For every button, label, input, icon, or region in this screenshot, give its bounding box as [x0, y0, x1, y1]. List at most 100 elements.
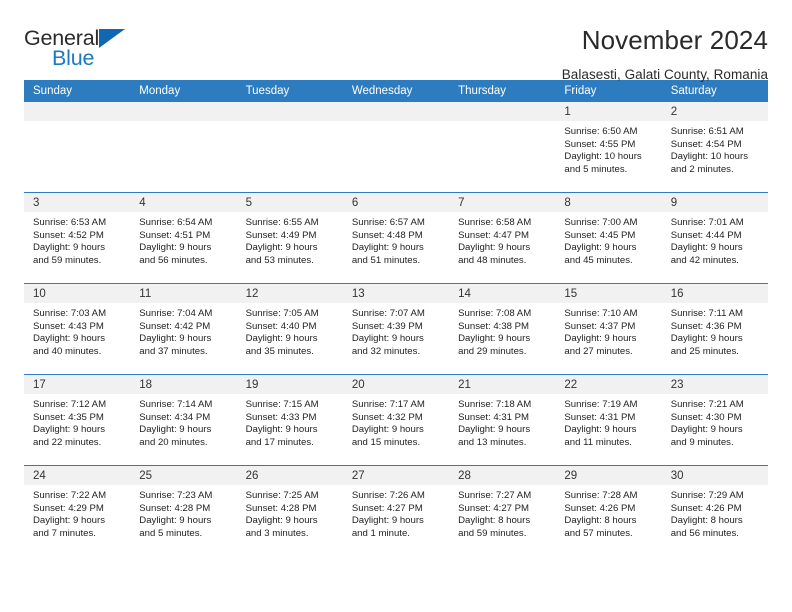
sunset-text: Sunset: 4:29 PM [33, 502, 104, 514]
sunrise-text: Sunrise: 6:50 AM [564, 126, 638, 137]
daylight-text-line2: and 42 minutes. [670, 254, 739, 266]
calendar-day-cell[interactable]: 22 Sunrise: 7:19 AM Sunset: 4:31 PM Dayligh… [555, 374, 662, 466]
calendar-body: 1 Sunrise: 6:50 AM Sunset: 4:55 PM Daylight… [24, 102, 768, 556]
sunrise-text: Sunrise: 7:14 AM [139, 399, 213, 410]
day-number [24, 102, 131, 121]
day-details: Sunrise: 6:53 AM Sunset: 4:52 PM Daylight:… [24, 212, 130, 267]
daylight-text-line2: and 48 minutes. [458, 254, 527, 266]
calendar-day-cell[interactable]: 20 Sunrise: 7:17 AM Sunset: 4:32 PM Dayligh… [342, 374, 450, 466]
sunset-text: Sunset: 4:28 PM [245, 502, 317, 514]
day-details: Sunrise: 7:23 AM Sunset: 4:28 PM Daylight:… [130, 485, 236, 540]
day-details: Sunrise: 7:05 AM Sunset: 4:40 PM Daylight:… [237, 303, 343, 358]
sunset-text: Sunset: 4:42 PM [139, 320, 211, 332]
calendar-day-cell[interactable]: 28 Sunrise: 7:27 AM Sunset: 4:27 PM Dayligh… [449, 465, 556, 556]
calendar-week-row: 10 Sunrise: 7:03 AM Sunset: 4:43 PM Dayligh… [24, 283, 768, 375]
calendar-day-cell[interactable]: 4 Sunrise: 6:54 AM Sunset: 4:51 PM Daylight… [130, 192, 237, 284]
day-number: 21 [449, 375, 556, 394]
day-details: Sunrise: 7:21 AM Sunset: 4:30 PM Daylight:… [662, 394, 768, 449]
daylight-text-line2: and 25 minutes. [670, 345, 739, 357]
day-number: 7 [449, 193, 556, 212]
calendar-day-cell[interactable]: 29 Sunrise: 7:28 AM Sunset: 4:26 PM Dayligh… [555, 465, 662, 556]
sunset-text: Sunset: 4:32 PM [351, 411, 423, 423]
sunrise-text: Sunrise: 6:55 AM [245, 217, 319, 228]
day-details: Sunrise: 7:29 AM Sunset: 4:26 PM Daylight:… [662, 485, 768, 540]
calendar-week-row: 17 Sunrise: 7:12 AM Sunset: 4:35 PM Dayligh… [24, 374, 768, 466]
calendar-day-cell[interactable]: 16 Sunrise: 7:11 AM Sunset: 4:36 PM Dayligh… [661, 283, 768, 375]
sunrise-text: Sunrise: 7:25 AM [245, 490, 319, 501]
calendar-day-cell[interactable]: 17 Sunrise: 7:12 AM Sunset: 4:35 PM Dayligh… [24, 374, 131, 466]
daylight-text-line2: and 27 minutes. [564, 345, 633, 357]
calendar-day-cell[interactable]: 5 Sunrise: 6:55 AM Sunset: 4:49 PM Daylight… [236, 192, 343, 284]
daylight-text-line1: Daylight: 8 hours [670, 515, 743, 527]
day-details: Sunrise: 7:17 AM Sunset: 4:32 PM Daylight:… [343, 394, 449, 449]
general-blue-logo[interactable]: General Blue [24, 26, 142, 72]
sunset-text: Sunset: 4:27 PM [351, 502, 423, 514]
day-details: Sunrise: 7:10 AM Sunset: 4:37 PM Daylight:… [555, 303, 661, 358]
day-number: 12 [236, 284, 343, 303]
calendar-day-cell[interactable]: 11 Sunrise: 7:04 AM Sunset: 4:42 PM Dayligh… [130, 283, 237, 375]
sunset-text: Sunset: 4:31 PM [458, 411, 530, 423]
calendar-day-cell[interactable]: 25 Sunrise: 7:23 AM Sunset: 4:28 PM Dayligh… [130, 465, 237, 556]
daylight-text-line2: and 22 minutes. [33, 436, 102, 448]
daylight-text-line1: Daylight: 9 hours [351, 515, 424, 527]
daylight-text-line1: Daylight: 9 hours [33, 424, 105, 436]
calendar-week-row: 24 Sunrise: 7:22 AM Sunset: 4:29 PM Dayligh… [24, 465, 768, 556]
calendar-day-cell[interactable]: 2 Sunrise: 6:51 AM Sunset: 4:54 PM Daylight… [661, 102, 768, 193]
weekday-header-monday: Monday [130, 80, 237, 102]
daylight-text-line2: and 1 minute. [351, 527, 410, 539]
daylight-text-line2: and 37 minutes. [139, 345, 208, 357]
calendar-day-cell[interactable]: 30 Sunrise: 7:29 AM Sunset: 4:26 PM Dayligh… [661, 465, 768, 556]
sunrise-text: Sunrise: 7:03 AM [33, 308, 107, 319]
sunrise-text: Sunrise: 7:08 AM [458, 308, 532, 319]
sunset-text: Sunset: 4:47 PM [458, 229, 530, 241]
day-details: Sunrise: 7:25 AM Sunset: 4:28 PM Daylight:… [237, 485, 343, 540]
calendar-day-cell[interactable]: 19 Sunrise: 7:15 AM Sunset: 4:33 PM Dayligh… [236, 374, 343, 466]
calendar-day-cell[interactable]: 21 Sunrise: 7:18 AM Sunset: 4:31 PM Dayligh… [449, 374, 556, 466]
calendar-day-cell[interactable]: 3 Sunrise: 6:53 AM Sunset: 4:52 PM Daylight… [24, 192, 131, 284]
daylight-text-line2: and 13 minutes. [458, 436, 527, 448]
day-number: 26 [236, 466, 343, 485]
sunset-text: Sunset: 4:33 PM [245, 411, 317, 423]
daylight-text-line2: and 35 minutes. [245, 345, 314, 357]
calendar-page: General Blue November 2024 Balasesti, Ga… [0, 0, 792, 612]
calendar-day-cell[interactable]: 26 Sunrise: 7:25 AM Sunset: 4:28 PM Dayligh… [236, 465, 343, 556]
logo-triangle-icon [99, 29, 125, 48]
calendar-day-cell[interactable]: 9 Sunrise: 7:01 AM Sunset: 4:44 PM Daylight… [661, 192, 768, 284]
weekday-header-friday: Friday [555, 80, 662, 102]
sunrise-text: Sunrise: 7:05 AM [245, 308, 319, 319]
sunrise-text: Sunrise: 7:21 AM [670, 399, 744, 410]
daylight-text-line1: Daylight: 9 hours [564, 424, 637, 436]
sunset-text: Sunset: 4:45 PM [564, 229, 636, 241]
calendar-day-cell[interactable]: 1 Sunrise: 6:50 AM Sunset: 4:55 PM Daylight… [555, 102, 662, 193]
daylight-text-line1: Daylight: 9 hours [139, 424, 212, 436]
calendar-day-cell[interactable]: 24 Sunrise: 7:22 AM Sunset: 4:29 PM Dayligh… [24, 465, 131, 556]
month-calendar-table: Sunday Monday Tuesday Wednesday Thursday Frid… [24, 80, 768, 556]
day-number: 16 [661, 284, 768, 303]
calendar-day-cell[interactable]: 7 Sunrise: 6:58 AM Sunset: 4:47 PM Daylight… [449, 192, 556, 284]
sunset-text: Sunset: 4:39 PM [351, 320, 423, 332]
daylight-text-line1: Daylight: 9 hours [245, 424, 318, 436]
calendar-day-cell[interactable]: 14 Sunrise: 7:08 AM Sunset: 4:38 PM Dayligh… [449, 283, 556, 375]
calendar-day-cell[interactable]: 15 Sunrise: 7:10 AM Sunset: 4:37 PM Dayligh… [555, 283, 662, 375]
daylight-text-line1: Daylight: 9 hours [564, 333, 637, 345]
day-number [236, 102, 343, 121]
calendar-day-cell[interactable]: 23 Sunrise: 7:21 AM Sunset: 4:30 PM Dayligh… [661, 374, 768, 466]
daylight-text-line2: and 51 minutes. [351, 254, 421, 266]
weekday-header-sunday: Sunday [24, 80, 131, 102]
day-details: Sunrise: 7:11 AM Sunset: 4:36 PM Daylight:… [662, 303, 768, 358]
day-details: Sunrise: 7:07 AM Sunset: 4:39 PM Daylight:… [343, 303, 449, 358]
calendar-day-cell[interactable]: 8 Sunrise: 7:00 AM Sunset: 4:45 PM Daylight… [555, 192, 662, 284]
sunset-text: Sunset: 4:52 PM [33, 229, 104, 241]
sunrise-text: Sunrise: 7:27 AM [458, 490, 532, 501]
calendar-day-cell[interactable]: 13 Sunrise: 7:07 AM Sunset: 4:39 PM Dayligh… [342, 283, 450, 375]
calendar-day-cell[interactable]: 18 Sunrise: 7:14 AM Sunset: 4:34 PM Dayligh… [130, 374, 237, 466]
sunrise-text: Sunrise: 7:18 AM [458, 399, 532, 410]
sunrise-text: Sunrise: 7:12 AM [33, 399, 107, 410]
calendar-day-cell[interactable]: 10 Sunrise: 7:03 AM Sunset: 4:43 PM Dayligh… [24, 283, 131, 375]
calendar-day-cell[interactable]: 12 Sunrise: 7:05 AM Sunset: 4:40 PM Dayligh… [236, 283, 343, 375]
calendar-day-cell[interactable]: 27 Sunrise: 7:26 AM Sunset: 4:27 PM Dayligh… [342, 465, 450, 556]
sunset-text: Sunset: 4:26 PM [670, 502, 742, 514]
calendar-day-cell[interactable]: 6 Sunrise: 6:57 AM Sunset: 4:48 PM Daylight… [342, 192, 450, 284]
daylight-text-line1: Daylight: 8 hours [458, 515, 531, 527]
sunrise-text: Sunrise: 7:26 AM [351, 490, 425, 501]
